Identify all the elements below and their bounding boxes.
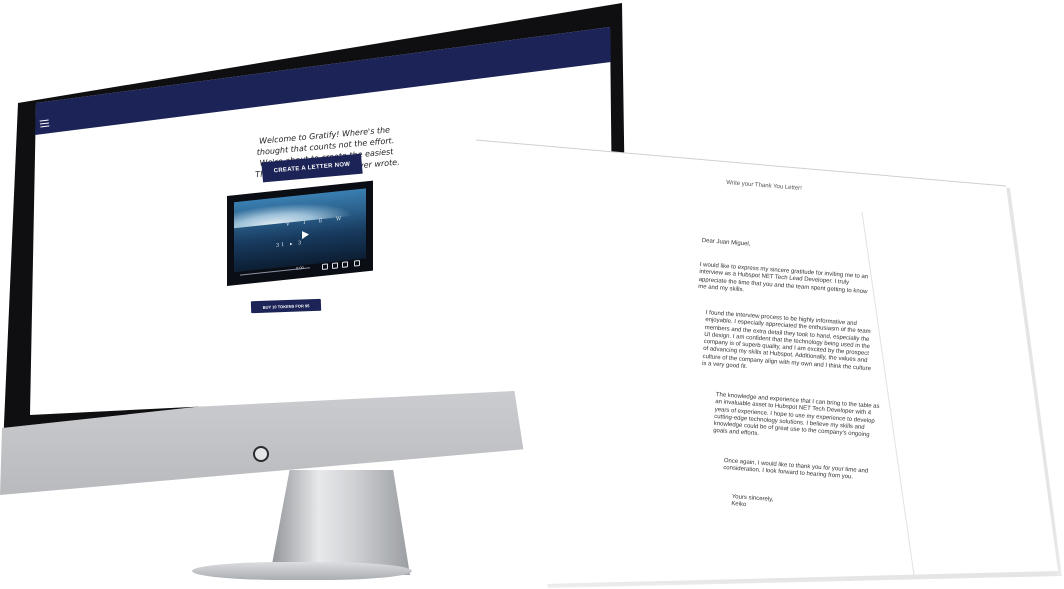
letter-salutation: Dear Juan Miguel, (701, 238, 871, 258)
salutation: Dear Juan Miguel, (701, 238, 751, 248)
paragraph-text: The knowledge and experience that I can … (712, 392, 880, 439)
letter-paragraph-1: I would like to express my sincere grati… (698, 262, 870, 304)
paragraph-text: Once again, I would like to thank you fo… (723, 458, 869, 481)
letter-paragraph-2: I found the interview process to be high… (702, 310, 876, 381)
paragraph-text: I would like to express my sincere grati… (697, 262, 869, 295)
letter-title: Write your Thank You Letter! (725, 180, 802, 192)
paragraph-text: I found the interview process to be high… (701, 310, 872, 373)
letter-paragraph-4: Once again, I would like to thank you fo… (723, 458, 894, 485)
letter-paragraph-3: The knowledge and experience that I can … (713, 392, 886, 448)
thank-you-letter: Write your Thank You Letter! Dear Juan M… (0, 0, 1064, 589)
letter-closing: Yours sincerely, Keiko (731, 494, 902, 521)
